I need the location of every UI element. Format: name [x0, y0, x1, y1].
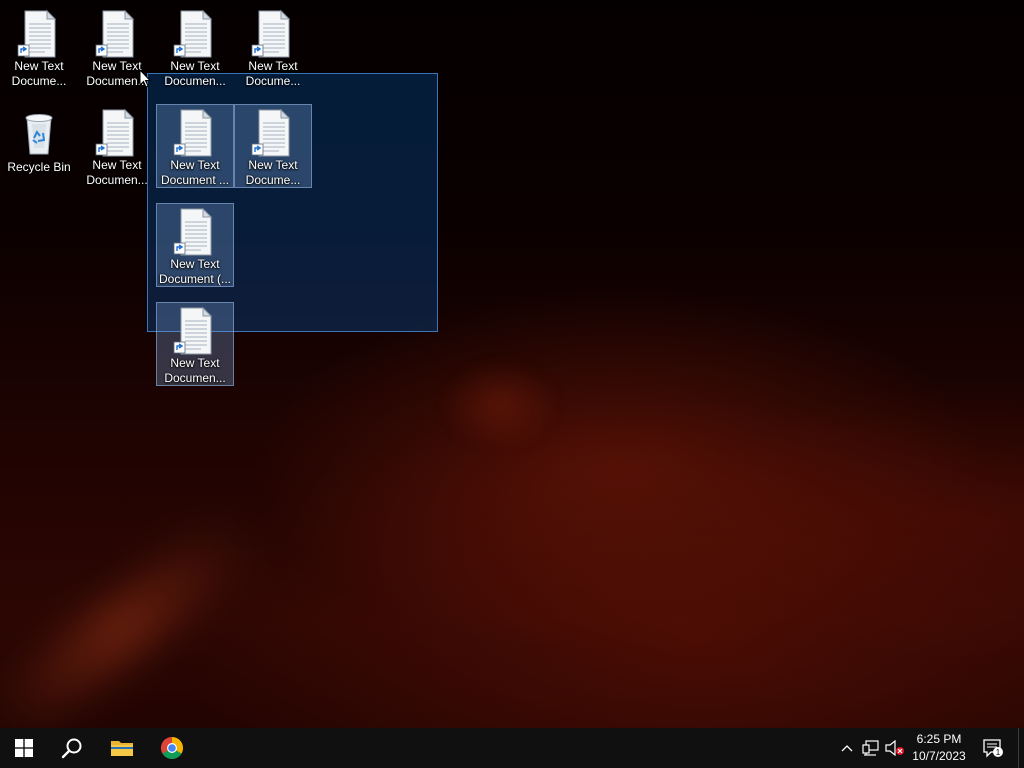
icon-label: New Text Documen...: [86, 158, 148, 187]
chrome-icon: [161, 737, 183, 759]
text-document-shortcut-icon: [171, 9, 219, 58]
wallpaper-glow: [440, 360, 560, 450]
text-document-shortcut-icon: [15, 9, 63, 58]
taskbar-clock[interactable]: 6:25 PM 10/7/2023: [906, 728, 972, 768]
network-button[interactable]: [860, 728, 882, 768]
clock-time: 6:25 PM: [916, 732, 962, 746]
action-center-button[interactable]: 1: [978, 728, 1008, 768]
text-document-shortcut-icon: [171, 108, 219, 157]
icon-label: New Text Documen...: [164, 59, 226, 88]
text-document-shortcut-icon: [171, 207, 219, 256]
desktop-icon-doc3[interactable]: New Text Documen...: [156, 5, 234, 89]
windows-logo-icon: [15, 739, 33, 757]
text-document-shortcut-icon: [171, 306, 219, 355]
network-icon: [862, 740, 879, 756]
desktop-icon-doc4[interactable]: New Text Docume...: [234, 5, 312, 89]
chevron-up-icon: [841, 745, 853, 752]
text-document-shortcut-icon: [249, 9, 297, 58]
text-document-shortcut-icon: [93, 108, 141, 157]
search-icon: [61, 738, 82, 759]
notification-count-badge: 1: [996, 748, 1001, 757]
desktop-icon-recycle-bin[interactable]: Recycle Bin: [0, 104, 78, 188]
search-button[interactable]: [48, 728, 96, 768]
show-hidden-icons-button[interactable]: [838, 728, 856, 768]
show-desktop-button[interactable]: [1018, 728, 1024, 768]
desktop[interactable]: New Text Docume... New Text Documen... N…: [0, 0, 1024, 728]
volume-button[interactable]: [884, 728, 906, 768]
file-explorer-button[interactable]: [98, 728, 146, 768]
chrome-button[interactable]: [148, 728, 196, 768]
clock-date: 10/7/2023: [912, 749, 966, 763]
desktop-icon-doc1[interactable]: New Text Docume...: [0, 5, 78, 89]
notification-icon: 1: [983, 739, 1003, 758]
folder-icon: [111, 741, 133, 756]
text-document-shortcut-icon: [249, 108, 297, 157]
wallpaper-streak: [0, 507, 265, 728]
desktop-icon-doc9[interactable]: New Text Documen...: [156, 302, 234, 386]
icon-label: New Text Docume...: [245, 158, 301, 187]
recycle-bin-icon: [15, 108, 63, 158]
desktop-icon-doc7[interactable]: New Text Docume...: [234, 104, 312, 188]
start-button[interactable]: [0, 728, 48, 768]
desktop-icon-doc8[interactable]: New Text Document (...: [156, 203, 234, 287]
icon-label: Recycle Bin: [7, 160, 71, 174]
icon-label: New Text Document ...: [160, 158, 230, 187]
icon-label: New Text Documen...: [164, 356, 226, 385]
icon-label: New Text Docume...: [245, 59, 301, 88]
icon-label: New Text Docume...: [11, 59, 67, 88]
text-document-shortcut-icon: [93, 9, 141, 58]
mouse-cursor-icon: [139, 69, 151, 88]
icon-label: New Text Document (...: [158, 257, 232, 286]
desktop-icon-doc6[interactable]: New Text Document ...: [156, 104, 234, 188]
desktop-icon-doc5[interactable]: New Text Documen...: [78, 104, 156, 188]
volume-muted-icon: [885, 740, 904, 756]
taskbar: 6:25 PM 10/7/2023 1: [0, 728, 1024, 768]
